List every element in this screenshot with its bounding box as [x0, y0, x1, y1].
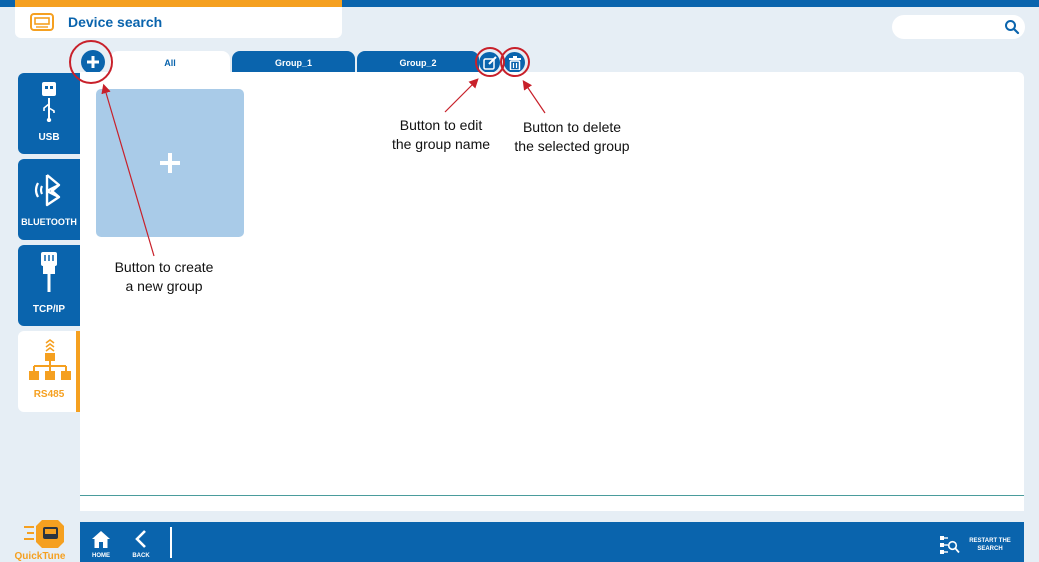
restart-search-label: RESTART THE SEARCH [964, 537, 1016, 553]
edit-group-button[interactable] [479, 52, 500, 73]
annotation-text: Button to create [114, 259, 214, 275]
sidebar-item-usb[interactable]: USB [18, 73, 80, 154]
active-indicator [76, 331, 80, 412]
sidebar-item-label: BLUETOOTH [21, 217, 77, 227]
bluetooth-icon [34, 174, 61, 207]
sidebar-item-label: TCP/IP [32, 304, 66, 315]
panel-divider [80, 495, 1024, 496]
annotation-text: the selected group [514, 138, 630, 154]
search-input[interactable] [892, 15, 1025, 39]
annotation-text: the group name [391, 136, 491, 152]
home-icon [92, 531, 110, 548]
sidebar-item-bluetooth[interactable]: BLUETOOTH [18, 159, 80, 240]
device-monitor-icon [30, 13, 54, 31]
new-group-tile[interactable] [96, 89, 244, 237]
delete-group-button[interactable] [504, 52, 525, 73]
sidebar-item-tcp-ip[interactable]: TCP/IP [18, 245, 80, 326]
restart-search-button[interactable]: RESTART THE SEARCH [938, 532, 1018, 556]
tab-group-1[interactable]: Group_1 [232, 51, 355, 72]
ethernet-icon [41, 252, 57, 292]
annotation-text: Button to delete [522, 119, 622, 135]
page-title: Device search [68, 14, 163, 30]
annotation-text: Button to edit [399, 117, 483, 133]
rs485-network-icon [29, 339, 71, 380]
restart-label-line1: RESTART THE [969, 538, 1011, 544]
sidebar-item-label: RS485 [33, 389, 65, 400]
plus-icon [160, 153, 180, 173]
sidebar-item-label: USB [38, 132, 60, 143]
nav-separator [170, 527, 172, 558]
sidebar-item-rs485[interactable]: RS485 [18, 331, 80, 412]
annotation-edit-group: Button to edit the group name [385, 116, 497, 154]
tab-group-2[interactable]: Group_2 [357, 51, 479, 72]
back-button[interactable]: BACK [124, 528, 158, 560]
bottom-bar: HOME BACK RESTART THE SEARCH [80, 522, 1024, 562]
search-icon[interactable] [1004, 19, 1020, 35]
annotation-delete-group: Button to delete the selected group [509, 118, 635, 156]
restart-search-icon [940, 536, 960, 554]
tab-all[interactable]: All [110, 51, 230, 72]
home-button[interactable]: HOME [84, 528, 118, 560]
top-strip-accent [15, 0, 342, 7]
trash-icon [508, 55, 521, 70]
back-label: BACK [132, 553, 150, 559]
chevron-left-icon [135, 530, 146, 548]
restart-label-line2: SEARCH [977, 546, 1003, 552]
quicktune-logo-icon [24, 520, 64, 548]
title-card: Device search [15, 7, 342, 38]
usb-icon [42, 82, 56, 122]
plus-icon [87, 56, 99, 68]
logo-text: QuickTune [14, 551, 66, 562]
edit-icon [482, 55, 497, 70]
add-group-button[interactable] [81, 50, 105, 74]
quicktune-logo: QuickTune [14, 518, 66, 562]
home-label: HOME [92, 553, 110, 559]
annotation-create-group: Button to create a new group [103, 258, 225, 296]
annotation-text: a new group [125, 278, 203, 294]
